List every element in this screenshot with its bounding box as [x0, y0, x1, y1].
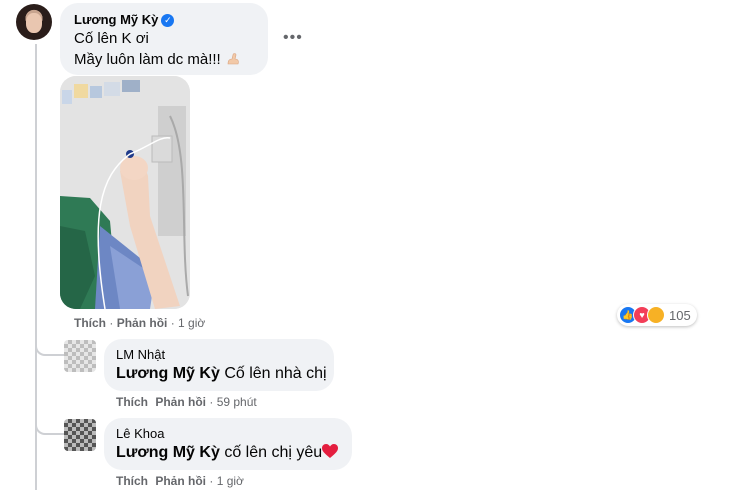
like-link[interactable]: Thích	[116, 474, 148, 488]
author-avatar[interactable]	[16, 4, 52, 40]
timestamp[interactable]: 59 phút	[217, 395, 257, 409]
reply-author[interactable]: LM Nhật	[116, 347, 165, 362]
reply-connector	[35, 340, 65, 356]
reply-connector	[35, 419, 65, 435]
timestamp[interactable]: 1 giờ	[178, 316, 205, 330]
reply-text: Cố lên nhà chị	[224, 365, 327, 382]
comment-text-line2: Mầy luôn làm dc mà!!!	[74, 51, 221, 68]
timestamp[interactable]: 1 giờ	[217, 474, 244, 488]
red-heart-emoji	[322, 444, 339, 458]
comment-text-line1: Cố lên K ơi	[74, 30, 149, 47]
reply-actions: Thích Phản hồi · 59 phút	[116, 395, 257, 409]
reply-link[interactable]: Phản hồi	[155, 395, 206, 409]
reply-avatar[interactable]	[64, 340, 96, 372]
hospital-photo-arm-iv[interactable]	[60, 76, 190, 309]
reply-link[interactable]: Phản hồi	[117, 316, 168, 330]
reaction-count: 105	[669, 307, 691, 323]
reply-link[interactable]: Phản hồi	[155, 474, 206, 488]
reply-author[interactable]: Lê Khoa	[116, 426, 164, 441]
comment-author[interactable]: Lương Mỹ Kỳ	[74, 12, 158, 27]
flexed-biceps-emoji	[227, 53, 239, 65]
comment-actions: Thích · Phản hồi · 1 giờ	[74, 316, 206, 330]
mention-tag[interactable]: Lương Mỹ Kỳ	[116, 365, 220, 382]
mention-tag[interactable]: Lương Mỹ Kỳ	[116, 444, 220, 461]
reaction-summary[interactable]: 👍 ♥ 105	[617, 304, 697, 326]
reply-actions: Thích Phản hồi · 1 giờ	[116, 474, 244, 488]
more-options-ellipsis-icon[interactable]: •••	[283, 29, 303, 47]
reply-avatar[interactable]	[64, 419, 96, 451]
reply-text: cố lên chị yêu	[224, 444, 323, 461]
like-link[interactable]: Thích	[116, 395, 148, 409]
verified-badge-icon: ✓	[161, 14, 175, 27]
care-icon	[647, 306, 665, 324]
reply-bubble: LM Nhật Lương Mỹ Kỳ Cố lên nhà chị	[104, 339, 334, 391]
like-link[interactable]: Thích	[74, 316, 106, 330]
reply-bubble: Lê Khoa Lương Mỹ Kỳ cố lên chị yêu	[104, 418, 352, 470]
comment-bubble: Lương Mỹ Kỳ ✓ Cố lên K ơi Mầy luôn làm dc…	[60, 3, 268, 75]
